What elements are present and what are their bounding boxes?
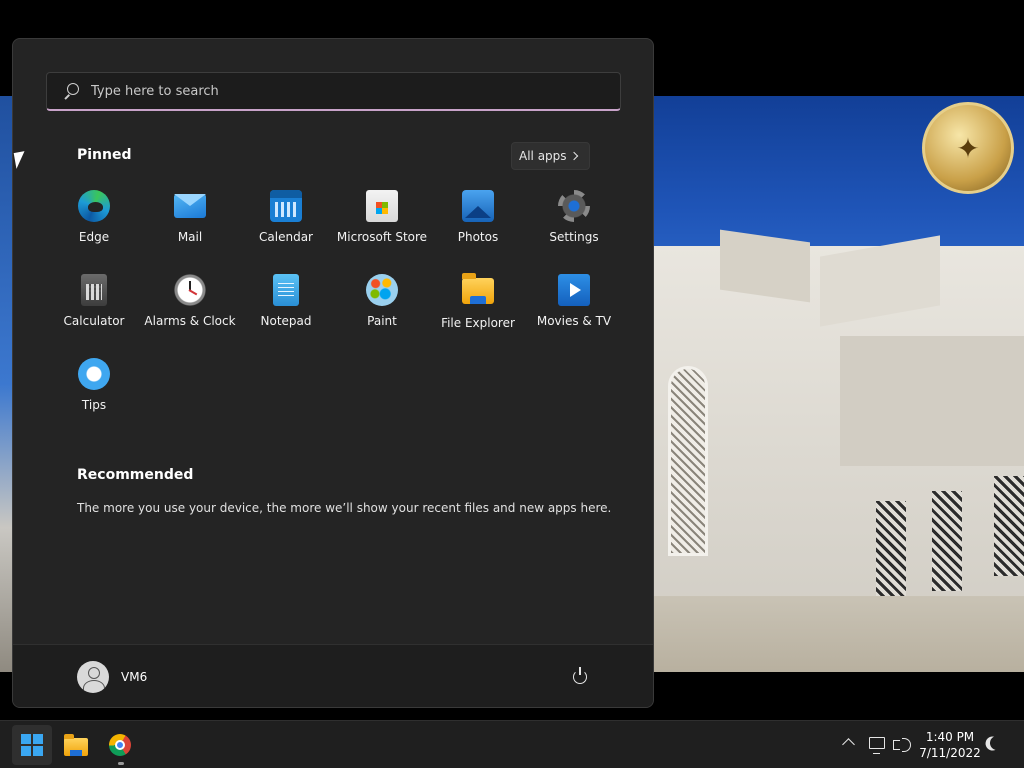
search-box[interactable] [46,72,621,111]
clock-time[interactable]: 1:40 PM [920,730,980,744]
start-button[interactable] [12,725,52,765]
paint-icon [366,274,398,306]
calculator-icon [81,274,107,306]
folder-icon [64,733,88,756]
emblem-logo: ✦ [922,102,1014,194]
pinned-app-paint[interactable]: Paint [334,268,430,340]
pinned-app-file-explorer[interactable]: File Explorer [430,268,526,340]
pinned-heading: Pinned [77,147,132,163]
mouse-cursor-icon [13,151,28,169]
app-label: Settings [549,230,599,244]
pinned-app-calendar[interactable]: Calendar [238,184,334,256]
pinned-app-tips[interactable]: Tips [46,352,142,424]
app-label: Calendar [259,230,313,244]
clock-icon [174,274,206,306]
pinned-app-edge[interactable]: Edge [46,184,142,256]
network-icon[interactable] [869,737,885,754]
folder-icon [462,273,494,304]
app-label: Microsoft Store [336,230,428,244]
pinned-app-alarms-clock[interactable]: Alarms & Clock [142,268,238,340]
app-label: Alarms & Clock [144,314,236,328]
app-label: Paint [367,314,397,328]
chrome-icon [109,734,131,756]
pinned-app-settings[interactable]: Settings [526,184,622,256]
pinned-app-movies-tv[interactable]: Movies & TV [526,268,622,340]
calendar-icon [270,190,302,222]
movies-icon [558,274,590,306]
search-icon [63,83,79,99]
app-label: File Explorer [441,316,515,330]
start-menu: Pinned All apps Edge Mail Calendar Micro… [12,38,654,708]
volume-icon[interactable] [893,736,911,752]
app-label: Movies & TV [536,314,612,328]
app-label: Edge [78,230,110,244]
chevron-up-icon[interactable] [842,738,855,751]
taskbar-file-explorer[interactable] [56,725,96,765]
taskbar-chrome[interactable] [100,725,140,765]
all-apps-label: All apps [519,149,567,163]
user-avatar-icon[interactable] [77,661,109,693]
app-label: Tips [81,398,107,412]
pinned-app-calculator[interactable]: Calculator [46,268,142,340]
photos-icon [462,190,494,222]
store-icon [366,190,398,222]
edge-icon [78,190,110,222]
pinned-app-mail[interactable]: Mail [142,184,238,256]
pinned-app-microsoft-store[interactable]: Microsoft Store [334,184,430,256]
settings-icon [558,190,590,222]
lightbulb-icon [78,358,110,390]
app-label: Notepad [260,314,312,328]
app-label: Photos [457,230,499,244]
all-apps-button[interactable]: All apps [511,142,590,170]
running-indicator [118,762,124,765]
user-name[interactable]: VM6 [121,670,147,684]
pinned-app-photos[interactable]: Photos [430,184,526,256]
power-button[interactable] [569,665,593,689]
notepad-icon [273,274,299,306]
pinned-app-notepad[interactable]: Notepad [238,268,334,340]
chevron-right-icon [569,151,579,161]
clock-date[interactable]: 7/11/2022 [916,746,984,760]
mail-icon [174,194,206,218]
desktop: ✦ Pinned All apps Edge Mail Calendar Mic… [0,0,1024,720]
windows-logo-icon [21,734,43,756]
recommended-heading: Recommended [77,467,194,483]
recommended-message: The more you use your device, the more w… [77,501,612,515]
app-label: Mail [177,230,203,244]
start-menu-footer: VM6 [13,644,653,707]
app-label: Calculator [63,314,125,328]
taskbar: 1:40 PM 7/11/2022 [0,720,1024,768]
search-input[interactable] [91,83,571,99]
focus-assist-moon-icon[interactable] [988,734,1006,752]
